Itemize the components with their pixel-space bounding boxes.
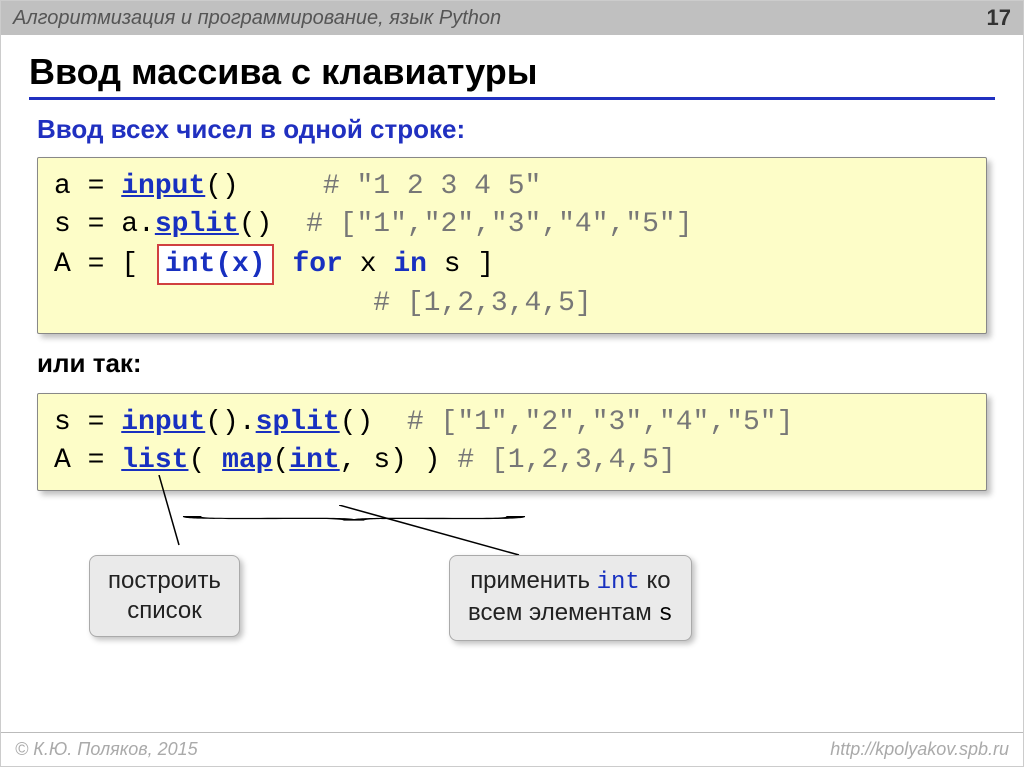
code-line: a = input() # "1 2 3 4 5" [54, 168, 970, 206]
callout-text: всем элементам s [468, 598, 673, 630]
code-block-1: a = input() # "1 2 3 4 5" s = a.split() … [37, 157, 987, 334]
callout-text: построить [108, 567, 221, 594]
slide-footer: © К.Ю. Поляков, 2015 http://kpolyakov.sp… [1, 732, 1023, 766]
or-label: или так: [37, 348, 995, 379]
callout-build-list: построить список [89, 555, 240, 637]
brace-icon: ︸ [174, 510, 534, 536]
subtitle: Ввод всех чисел в одной строке: [37, 114, 995, 145]
code-line: # [1,2,3,4,5] [54, 285, 970, 323]
page-title: Ввод массива с клавиатуры [29, 51, 995, 93]
code-line: s = input().split() # ["1","2","3","4","… [54, 404, 970, 442]
code-block-2: s = input().split() # ["1","2","3","4","… [37, 393, 987, 491]
slide-header: Алгоритмизация и программирование, язык … [1, 1, 1023, 35]
copyright: © К.Ю. Поляков, 2015 [15, 739, 198, 760]
callout-apply-int: применить int ко всем элементам s [449, 555, 692, 641]
code-line: A = [ int(x) for x in s ] [54, 244, 970, 286]
page-number: 17 [987, 5, 1011, 31]
callouts-area: ︸ построить список применить int ко всем… [29, 505, 995, 675]
footer-url: http://kpolyakov.spb.ru [830, 739, 1009, 760]
code-line: A = list( map(int, s) ) # [1,2,3,4,5] [54, 442, 970, 480]
code-line: s = a.split() # ["1","2","3","4","5"] [54, 206, 970, 244]
callout-text: список [127, 597, 202, 624]
slide-body: Ввод массива с клавиатуры Ввод всех чисе… [1, 35, 1023, 685]
title-rule [29, 97, 995, 100]
callout-text: применить int ко [468, 566, 673, 598]
breadcrumb: Алгоритмизация и программирование, язык … [13, 7, 501, 30]
